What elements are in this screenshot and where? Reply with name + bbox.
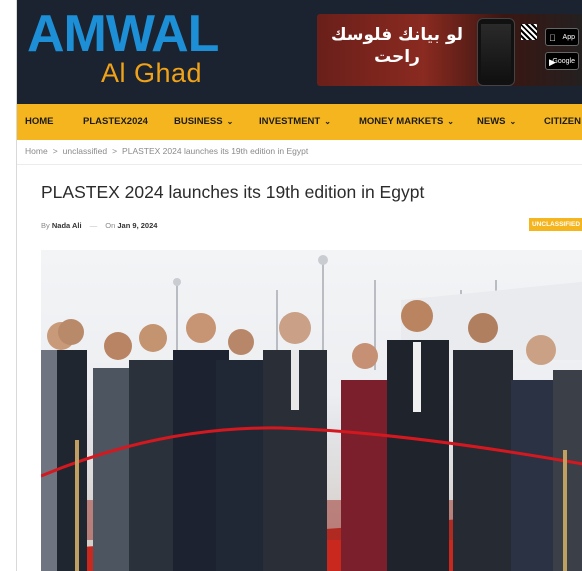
ribbon-cutting-photo <box>41 255 582 571</box>
breadcrumb-separator: > <box>52 146 58 156</box>
chevron-down-icon: ⌄ <box>324 117 331 126</box>
on-label: On <box>105 221 116 230</box>
ad-headline: لو بيانك فلوسك راحت <box>330 25 464 67</box>
play-store-icon: ▶ <box>549 57 556 67</box>
meta-separator: — <box>89 221 98 230</box>
article-featured-image[interactable] <box>41 250 582 571</box>
google-play-button[interactable]: ▶ Google <box>545 52 579 70</box>
nav-item-home[interactable]: HOME <box>25 104 54 140</box>
by-label: By <box>41 221 50 230</box>
ad-phone-image <box>477 18 515 86</box>
breadcrumb-separator: > <box>112 146 118 156</box>
site-logo[interactable]: AMWAL <box>27 6 219 62</box>
category-badge[interactable]: UNCLASSIFIED <box>529 218 582 231</box>
chevron-down-icon: ⌄ <box>226 117 234 126</box>
qr-code-icon <box>521 24 537 40</box>
nav-item-business[interactable]: BUSINESS ⌄ <box>174 104 233 140</box>
page-frame: AMWAL Al Ghad لو بيانك فلوسك راحت  App … <box>16 0 582 571</box>
header-ad-banner[interactable]: لو بيانك فلوسك راحت  App ▶ Google <box>317 14 582 86</box>
publish-date: Jan 9, 2024 <box>117 221 158 230</box>
nav-item-citizen[interactable]: CITIZEN A <box>544 104 582 140</box>
chevron-down-icon: ⌄ <box>447 117 454 126</box>
site-logo-subtitle[interactable]: Al Ghad <box>101 58 202 88</box>
nav-item-news[interactable]: NEWS ⌄ <box>477 104 516 140</box>
site-header: AMWAL Al Ghad لو بيانك فلوسك راحت  App … <box>17 0 582 104</box>
app-store-button[interactable]:  App <box>545 28 579 46</box>
main-nav: HOME PLASTEX2024 BUSINESS ⌄ INVESTMENT ⌄ M… <box>17 104 582 140</box>
divider <box>17 164 582 165</box>
article-meta: By Nada Ali — On Jan 9, 2024 <box>41 221 157 230</box>
breadcrumb-home-link[interactable]: Home <box>25 146 48 156</box>
author-link[interactable]: Nada Ali <box>52 221 82 230</box>
breadcrumb: Home > unclassified > PLASTEX 2024 launches … <box>25 146 308 156</box>
nav-item-investment[interactable]: INVESTMENT ⌄ <box>259 104 331 140</box>
apple-icon:  <box>549 29 556 47</box>
breadcrumb-current: PLASTEX 2024 launches its 19th edition i… <box>122 146 309 156</box>
nav-item-plastex2024[interactable]: PLASTEX2024 <box>83 104 148 140</box>
nav-item-money-markets[interactable]: MONEY MARKETS ⌄ <box>359 104 454 140</box>
article-title: PLASTEX 2024 launches its 19th edition i… <box>41 182 425 202</box>
breadcrumb-category-link[interactable]: unclassified <box>63 146 107 156</box>
chevron-down-icon: ⌄ <box>509 117 517 126</box>
